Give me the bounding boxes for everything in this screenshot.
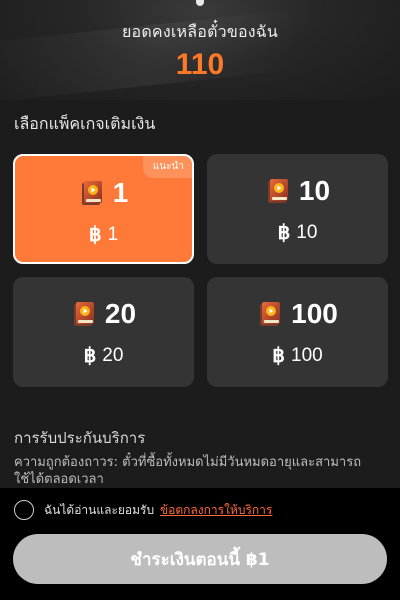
package-card-100[interactable]: 100 ฿ 100 (207, 277, 388, 387)
package-price: ฿ 100 (207, 343, 388, 368)
currency-symbol: ฿ (83, 345, 97, 367)
agree-text: ฉันได้อ่านและยอมรับ (44, 502, 155, 517)
package-count: 20 (104, 298, 137, 329)
package-price: ฿ 10 (207, 220, 388, 245)
ticket-book-icon (81, 181, 102, 205)
checkout-bar: ฉันได้อ่านและยอมรับ ข้อตกลงการให้บริการ … (0, 488, 400, 600)
package-price: ฿ 1 (15, 222, 192, 247)
recommended-badge: แนะนำ (142, 156, 192, 178)
balance-label: ยอดคงเหลือตั๋วของฉัน (121, 22, 279, 41)
notch-indicator (196, 0, 204, 6)
currency-symbol: ฿ (88, 224, 102, 246)
price-amount: 100 (291, 344, 323, 366)
pay-now-button[interactable]: ชำระเงินตอนนี้ ฿1 (13, 534, 387, 584)
ticket-book-icon (267, 179, 288, 203)
package-price: ฿ 20 (13, 343, 194, 368)
price-amount: 20 (102, 344, 124, 366)
radio-unchecked-icon[interactable] (14, 500, 34, 520)
package-row: 10 (207, 174, 388, 208)
package-row: 1 (15, 176, 192, 210)
ticket-book-icon (260, 302, 281, 326)
package-section-title: เลือกแพ็คเกจเติมเงิน (14, 114, 156, 133)
package-row: 20 (13, 297, 194, 331)
guarantee-text: ความถูกต้องถาวร: ตั๋วที่ซื้อทั้งหมดไม่มี… (14, 455, 362, 487)
ticket-book-icon (73, 302, 94, 326)
package-card-10[interactable]: 10 ฿ 10 (207, 154, 388, 264)
package-count: 1 (112, 177, 129, 208)
package-card-1[interactable]: แนะนำ 1 ฿ 1 (13, 154, 194, 264)
package-count: 10 (298, 175, 331, 206)
package-row: 100 (207, 297, 388, 331)
price-amount: 10 (296, 221, 318, 243)
balance-value: 110 (175, 48, 225, 81)
terms-agreement: ฉันได้อ่านและยอมรับ ข้อตกลงการให้บริการ (14, 500, 272, 520)
terms-of-service-link[interactable]: ข้อตกลงการให้บริการ (160, 503, 272, 517)
currency-symbol: ฿ (277, 222, 291, 244)
package-card-20[interactable]: 20 ฿ 20 (13, 277, 194, 387)
price-amount: 1 (107, 223, 119, 245)
balance-header: ยอดคงเหลือตั๋วของฉัน 110 (0, 0, 400, 100)
package-count: 100 (291, 298, 338, 329)
guarantee-title: การรับประกันบริการ (14, 429, 146, 447)
currency-symbol: ฿ (272, 345, 286, 367)
